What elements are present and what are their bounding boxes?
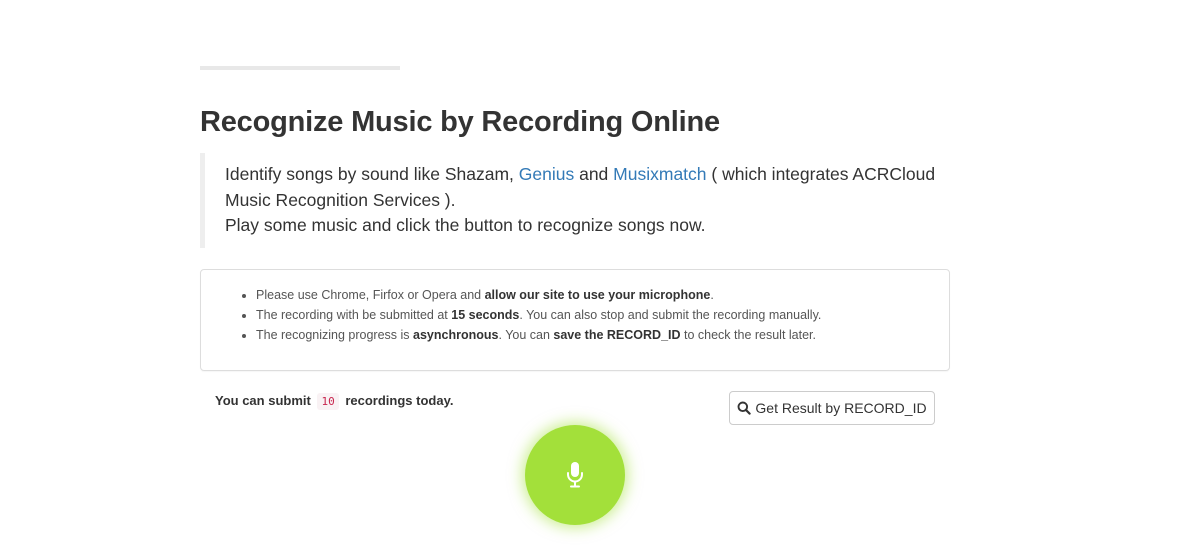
- quota-prefix: You can submit: [215, 393, 311, 408]
- notice-text: .: [710, 288, 714, 302]
- musixmatch-link[interactable]: Musixmatch: [613, 164, 706, 184]
- top-divider: [200, 66, 400, 70]
- notice-text: The recognizing progress is: [256, 328, 414, 342]
- notice-bold: 15 seconds: [451, 308, 520, 322]
- microphone-icon: [566, 462, 584, 488]
- page-title: Recognize Music by Recording Online: [200, 106, 720, 138]
- page: Recognize Music by Recording Online Iden…: [0, 0, 1179, 560]
- notice-list: Please use Chrome, Firfox or Opera and a…: [201, 270, 949, 345]
- quota-suffix: recordings today.: [345, 393, 454, 408]
- list-item: Please use Chrome, Firfox or Opera and a…: [256, 285, 949, 305]
- record-button[interactable]: [525, 425, 625, 525]
- notice-bold: save the RECORD_ID: [553, 328, 681, 342]
- list-item: The recording with be submitted at 15 se…: [256, 305, 949, 325]
- notice-bold: asynchronous: [413, 328, 499, 342]
- quota-text: You can submit 10 recordings today.: [215, 393, 454, 410]
- intro-blockquote: Identify songs by sound like Shazam, Gen…: [200, 153, 940, 248]
- get-result-button[interactable]: Get Result by RECORD_ID: [729, 391, 935, 425]
- quota-count: 10: [317, 393, 339, 410]
- notice-text: . You can: [498, 328, 554, 342]
- intro-text: Identify songs by sound like Shazam,: [225, 164, 519, 184]
- notice-panel: Please use Chrome, Firfox or Opera and a…: [200, 269, 950, 371]
- search-icon: [737, 401, 752, 415]
- notice-text: The recording with be submitted at: [256, 308, 452, 322]
- intro-instruction: Play some music and click the button to …: [225, 215, 706, 235]
- get-result-label: Get Result by RECORD_ID: [755, 400, 927, 416]
- notice-text: Please use Chrome, Firfox or Opera and: [256, 288, 485, 302]
- notice-bold: allow our site to use your microphone: [484, 288, 711, 302]
- genius-link[interactable]: Genius: [519, 164, 574, 184]
- notice-text: . You can also stop and submit the recor…: [519, 308, 822, 322]
- list-item: The recognizing progress is asynchronous…: [256, 325, 949, 345]
- intro-text: and: [574, 164, 614, 184]
- notice-text: to check the result later.: [680, 328, 817, 342]
